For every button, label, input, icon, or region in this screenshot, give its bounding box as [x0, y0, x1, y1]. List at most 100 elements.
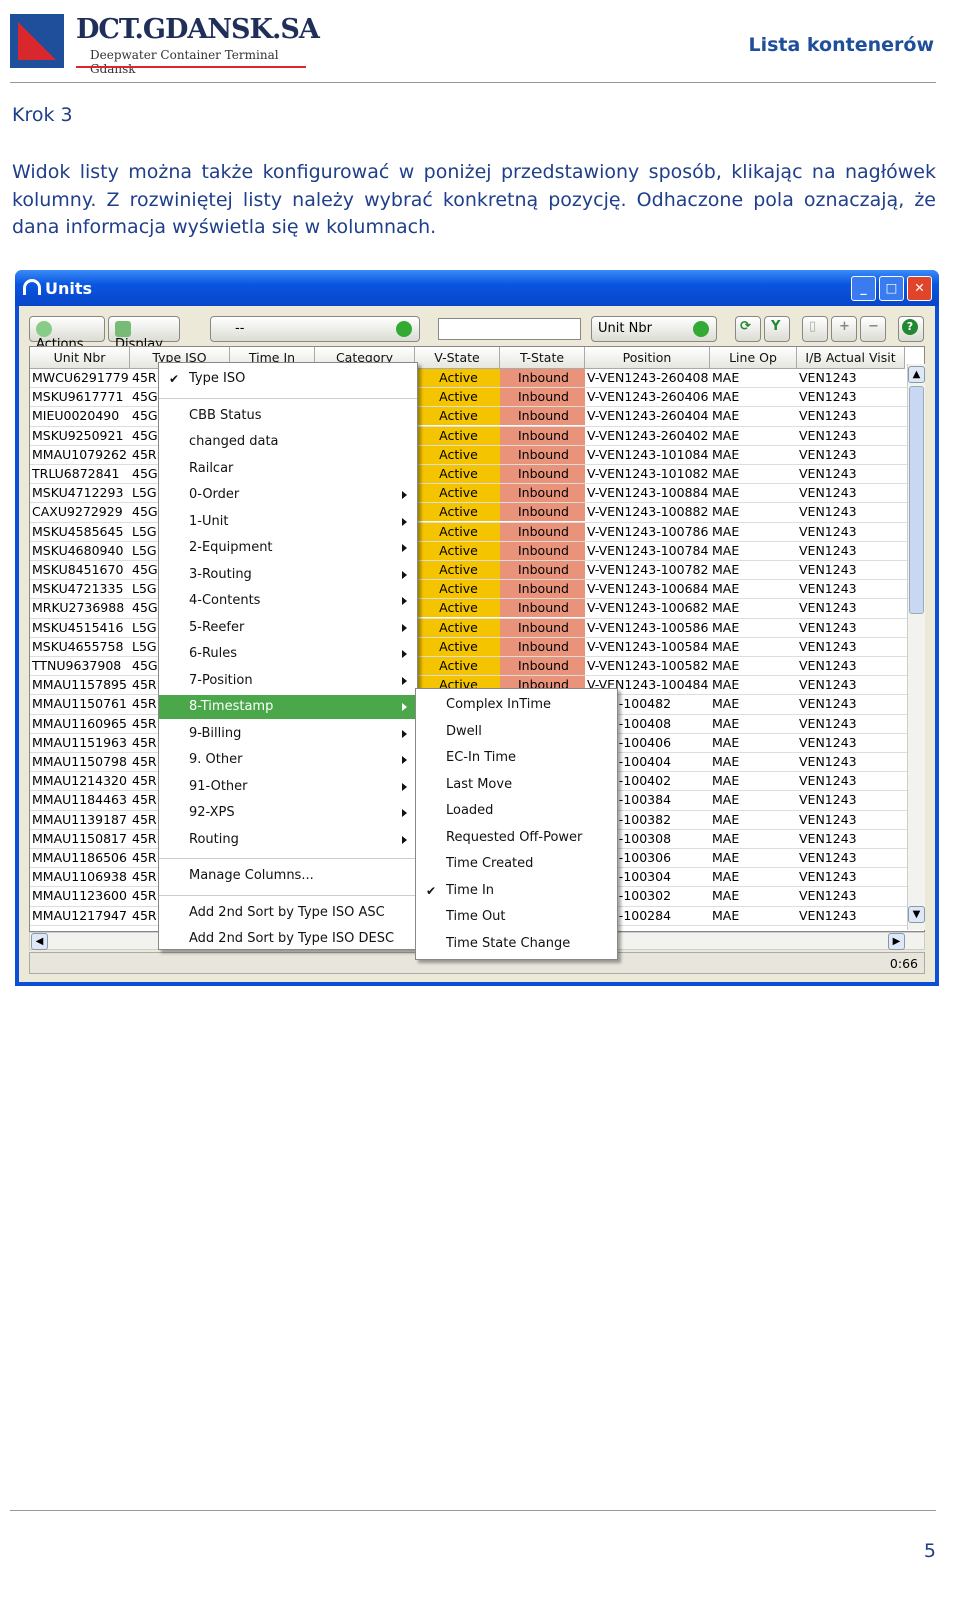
maximize-button[interactable]: □ — [879, 276, 904, 301]
cell-t-state: Inbound — [500, 637, 585, 656]
filter-button[interactable]: Y — [764, 316, 790, 342]
menu-item[interactable]: 6-Rules — [159, 642, 417, 666]
menu-item[interactable]: 8-Timestamp — [159, 695, 417, 719]
menu-item[interactable]: Last Move — [416, 773, 617, 797]
menu-item[interactable]: EC-In Time — [416, 746, 617, 770]
menu-item[interactable]: 1-Unit — [159, 510, 417, 534]
menu-item[interactable]: Time Out — [416, 905, 617, 929]
menu-item[interactable]: Time State Change — [416, 932, 617, 956]
add-button[interactable]: + — [831, 316, 857, 342]
cell-t-state: Inbound — [500, 388, 585, 407]
actions-button[interactable]: Actions — [29, 316, 105, 352]
cell-i-b-actual-visit: VEN1243 — [799, 715, 857, 731]
cell-line-op: MAE — [712, 523, 740, 539]
menu-item[interactable]: Requested Off-Power — [416, 826, 617, 850]
menu-item[interactable]: 91-Other — [159, 775, 417, 799]
cell-line-op: MAE — [712, 773, 740, 789]
cell-i-b-actual-visit: VEN1243 — [799, 888, 857, 904]
cell-unit-nbr: MSKU4515416 — [32, 619, 124, 635]
menu-item-label: Add 2nd Sort by Type ISO ASC — [189, 904, 385, 920]
search-field-select[interactable]: Unit Nbr — [591, 316, 717, 342]
view-select[interactable]: -- — [210, 316, 420, 342]
menu-item-label: 7-Position — [189, 672, 253, 688]
menu-item-label: 0-Order — [189, 487, 240, 502]
menu-item[interactable]: Add 2nd Sort by Type ISO ASC — [159, 901, 417, 925]
help-button[interactable]: ? — [898, 316, 924, 342]
column-header[interactable]: I/B Actual Visit — [797, 347, 905, 369]
cell-v-state: Active — [415, 426, 500, 445]
cell-v-state: Active — [415, 369, 500, 387]
menu-item[interactable]: Railcar — [159, 457, 417, 481]
clipboard-button[interactable]: ▯ — [802, 316, 828, 342]
refresh-button[interactable]: ⟳ — [735, 316, 761, 342]
cell-line-op: MAE — [712, 466, 740, 481]
cell-line-op: MAE — [712, 562, 740, 577]
menu-item-label: Dwell — [446, 723, 482, 739]
cell-unit-nbr: MMAU1079262 — [32, 446, 127, 462]
menu-item-label: 8-Timestamp — [189, 699, 274, 714]
scroll-right-icon[interactable]: ▶ — [888, 933, 905, 950]
cell-line-op: MAE — [712, 696, 740, 712]
column-header[interactable]: V-State — [415, 347, 500, 369]
cell-unit-nbr: MSKU9617771 — [32, 389, 124, 405]
menu-item[interactable]: 9. Other — [159, 748, 417, 772]
menu-item-label: Routing — [189, 831, 239, 847]
scroll-up-icon[interactable]: ▲ — [908, 366, 925, 383]
menu-item[interactable]: 7-Position — [159, 669, 417, 693]
menu-item-label: 9. Other — [189, 752, 243, 767]
menu-item[interactable]: ✔ Time In — [416, 879, 617, 903]
column-header[interactable]: Unit Nbr — [30, 347, 130, 369]
scroll-left-icon[interactable]: ◀ — [31, 933, 48, 950]
cell-line-op: MAE — [712, 504, 740, 520]
minimize-button[interactable]: _ — [851, 276, 876, 301]
cell-i-b-actual-visit: VEN1243 — [799, 638, 857, 654]
title-bar[interactable]: Units _ □ ✕ — [15, 270, 939, 306]
scroll-thumb[interactable] — [909, 386, 924, 614]
dropdown-icon — [693, 321, 709, 337]
column-context-menu: ✔ Type ISO CBB Status changed data Railcar 0-… — [158, 362, 418, 950]
menu-item[interactable]: Manage Columns... — [159, 864, 417, 888]
menu-item[interactable]: Complex InTime — [416, 693, 617, 717]
menu-item[interactable]: Dwell — [416, 720, 617, 744]
cell-unit-nbr: MMAU1184463 — [32, 792, 127, 808]
menu-item[interactable]: 0-Order — [159, 483, 417, 507]
cell-line-op: MAE — [712, 581, 740, 597]
menu-item[interactable]: CBB Status — [159, 404, 417, 428]
menu-item[interactable]: changed data — [159, 430, 417, 454]
scroll-down-icon[interactable]: ▼ — [908, 906, 925, 923]
cell-i-b-actual-visit: VEN1243 — [799, 389, 857, 405]
menu-item[interactable]: Time Created — [416, 852, 617, 876]
column-header[interactable]: Line Op — [710, 347, 797, 369]
close-button[interactable]: ✕ — [907, 276, 932, 301]
logo-subtitle: Deepwater Container Terminal Gdansk — [90, 48, 279, 76]
cell-i-b-actual-visit: VEN1243 — [799, 600, 857, 616]
submenu-arrow-icon — [402, 517, 407, 526]
cell-i-b-actual-visit: VEN1243 — [799, 773, 857, 789]
column-header[interactable]: Position — [585, 347, 710, 369]
cell-unit-nbr: MMAU1214320 — [32, 773, 127, 789]
menu-item[interactable]: 3-Routing — [159, 563, 417, 587]
cell-position: V-VEN1243-100786 — [587, 523, 709, 539]
column-header[interactable]: T-State — [500, 347, 585, 369]
menu-item[interactable]: 9-Billing — [159, 722, 417, 746]
menu-item[interactable]: Add 2nd Sort by Type ISO DESC — [159, 927, 417, 951]
menu-item[interactable]: 4-Contents — [159, 589, 417, 613]
submenu-arrow-icon — [402, 782, 407, 791]
cell-unit-nbr: MMAU1151963 — [32, 734, 127, 750]
display-button[interactable]: Display — [108, 316, 180, 352]
remove-button[interactable]: − — [860, 316, 886, 342]
cell-i-b-actual-visit: VEN1243 — [799, 850, 857, 865]
menu-item[interactable]: 92-XPS — [159, 801, 417, 825]
menu-item[interactable]: 5-Reefer — [159, 616, 417, 640]
cell-line-op: MAE — [712, 658, 740, 673]
cell-i-b-actual-visit: VEN1243 — [799, 658, 857, 673]
menu-item[interactable]: Loaded — [416, 799, 617, 823]
cell-unit-nbr: MMAU1106938 — [32, 869, 127, 885]
cell-t-state: Inbound — [500, 445, 585, 464]
vertical-scrollbar[interactable]: ▲ ▼ — [907, 364, 925, 930]
menu-item[interactable]: Routing — [159, 828, 417, 852]
menu-item[interactable]: 2-Equipment — [159, 536, 417, 560]
search-input[interactable] — [438, 318, 581, 340]
menu-item[interactable]: ✔ Type ISO — [159, 367, 417, 391]
cell-v-state: Active — [415, 561, 500, 579]
